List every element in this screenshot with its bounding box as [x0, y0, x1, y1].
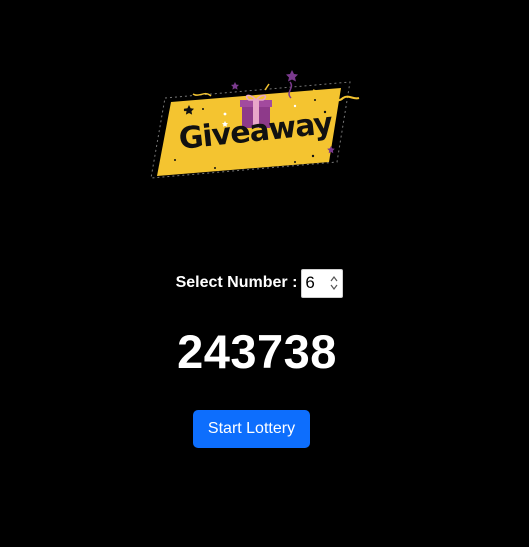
spinner-down-icon[interactable]: [330, 284, 338, 290]
number-input-value: 6: [305, 273, 315, 292]
select-number-row: Select Number : 6: [0, 268, 529, 298]
select-number-label: Select Number :: [175, 274, 298, 291]
number-input[interactable]: 6: [301, 268, 344, 298]
lottery-result-number: 243738: [177, 325, 337, 378]
giveaway-logo: Giveaway: [145, 64, 365, 186]
number-spinner[interactable]: [329, 276, 338, 290]
spinner-up-icon[interactable]: [330, 276, 338, 282]
start-lottery-button[interactable]: Start Lottery: [193, 410, 310, 448]
